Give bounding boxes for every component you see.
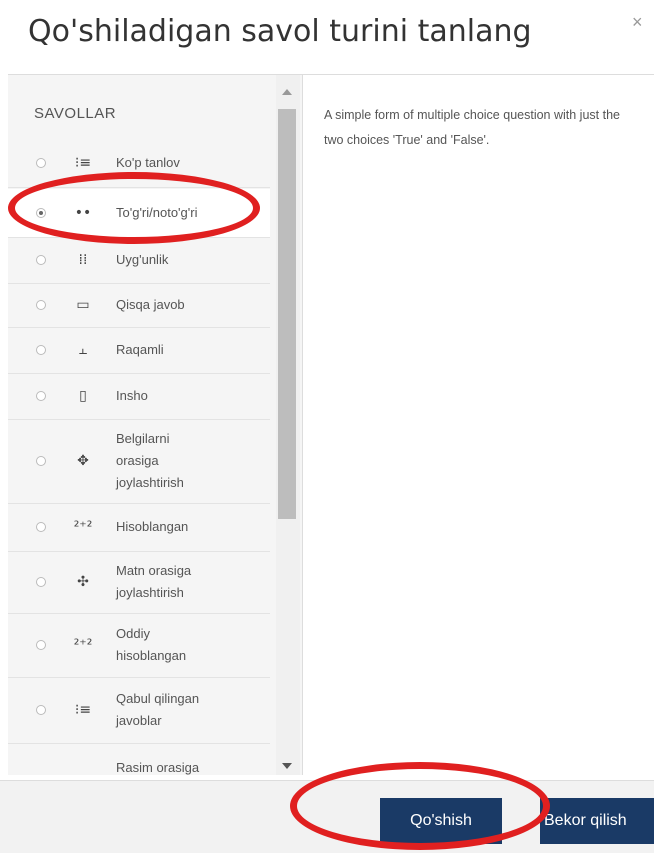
radio-calculated-multi[interactable] bbox=[36, 705, 46, 715]
calculated-simple-icon: ²⁺² bbox=[73, 637, 93, 653]
option-drag-image[interactable]: Rasim orasiga bbox=[8, 743, 270, 775]
scroll-down-arrow-icon[interactable] bbox=[282, 763, 292, 769]
option-calculated-simple[interactable]: ²⁺² Oddiy hisoblangan bbox=[8, 613, 270, 678]
radio-multichoice[interactable] bbox=[36, 158, 46, 168]
option-label: Uyg'unlik bbox=[116, 252, 169, 267]
option-calculated[interactable]: ²⁺² Hisoblangan bbox=[8, 503, 270, 552]
question-type-list: SAVOLLAR ⁝≡ Ko'p tanlov •• To'g'ri/noto'… bbox=[8, 75, 303, 775]
drag-text-icon: ✣ bbox=[77, 574, 89, 590]
radio-drag-markers[interactable] bbox=[36, 456, 46, 466]
option-short-answer[interactable]: ▭ Qisqa javob bbox=[8, 283, 270, 328]
radio-matching[interactable] bbox=[36, 255, 46, 265]
list-scrollbar[interactable] bbox=[276, 75, 300, 775]
option-label: Matn orasiga joylashtirish bbox=[116, 563, 192, 600]
option-numerical[interactable]: ⫠ Raqamli bbox=[8, 327, 270, 374]
option-label: Hisoblangan bbox=[116, 519, 189, 534]
radio-drag-text[interactable] bbox=[36, 577, 46, 587]
cancel-button[interactable]: Bekor qilish bbox=[540, 798, 654, 844]
dialog-title: Qo'shiladigan savol turini tanlang bbox=[28, 14, 532, 49]
matching-icon: ⁞⁞ bbox=[78, 252, 88, 268]
multichoice-icon: ⁝≡ bbox=[74, 155, 92, 171]
option-label: Ko'p tanlov bbox=[116, 155, 180, 170]
option-label: Oddiy hisoblangan bbox=[116, 626, 187, 663]
close-icon[interactable]: × bbox=[632, 12, 643, 33]
radio-numerical[interactable] bbox=[36, 345, 46, 355]
option-label: Belgilarni orasiga joylashtirish bbox=[116, 431, 184, 490]
truefalse-icon: •• bbox=[74, 205, 92, 221]
option-drag-text[interactable]: ✣ Matn orasiga joylashtirish bbox=[8, 551, 270, 614]
short-answer-icon: ▭ bbox=[76, 297, 90, 313]
question-type-description: A simple form of multiple choice questio… bbox=[324, 108, 620, 147]
list-heading: SAVOLLAR bbox=[34, 105, 117, 122]
essay-icon: ▯ bbox=[79, 388, 87, 404]
option-truefalse[interactable]: •• To'g'ri/noto'g'ri bbox=[8, 189, 270, 238]
option-label: Rasim orasiga bbox=[116, 760, 200, 775]
option-drag-markers[interactable]: ✥ Belgilarni orasiga joylashtirish bbox=[8, 419, 270, 504]
radio-calculated-simple[interactable] bbox=[36, 640, 46, 650]
calculated-multi-icon: ⁝≡ bbox=[74, 702, 92, 718]
numerical-icon: ⫠ bbox=[78, 342, 88, 358]
option-matching[interactable]: ⁞⁞ Uyg'unlik bbox=[8, 237, 270, 284]
radio-short-answer[interactable] bbox=[36, 300, 46, 310]
scrollbar-thumb[interactable] bbox=[278, 109, 296, 519]
scroll-up-arrow-icon[interactable] bbox=[282, 89, 292, 95]
calculated-icon: ²⁺² bbox=[73, 519, 93, 535]
option-label: Raqamli bbox=[116, 342, 164, 357]
chooser-panel: SAVOLLAR ⁝≡ Ko'p tanlov •• To'g'ri/noto'… bbox=[8, 74, 654, 775]
option-calculated-multi[interactable]: ⁝≡ Qabul qilingan javoblar bbox=[8, 677, 270, 744]
option-label: To'g'ri/noto'g'ri bbox=[116, 205, 198, 220]
radio-essay[interactable] bbox=[36, 391, 46, 401]
option-multichoice[interactable]: ⁝≡ Ko'p tanlov bbox=[8, 139, 270, 188]
radio-calculated[interactable] bbox=[36, 522, 46, 532]
option-essay[interactable]: ▯ Insho bbox=[8, 373, 270, 420]
option-label: Qabul qilingan javoblar bbox=[116, 691, 200, 728]
radio-truefalse[interactable] bbox=[36, 208, 46, 218]
option-label: Qisqa javob bbox=[116, 297, 185, 312]
option-label: Insho bbox=[116, 388, 148, 403]
add-button[interactable]: Qo'shish bbox=[380, 798, 502, 844]
drag-markers-icon: ✥ bbox=[77, 453, 89, 469]
